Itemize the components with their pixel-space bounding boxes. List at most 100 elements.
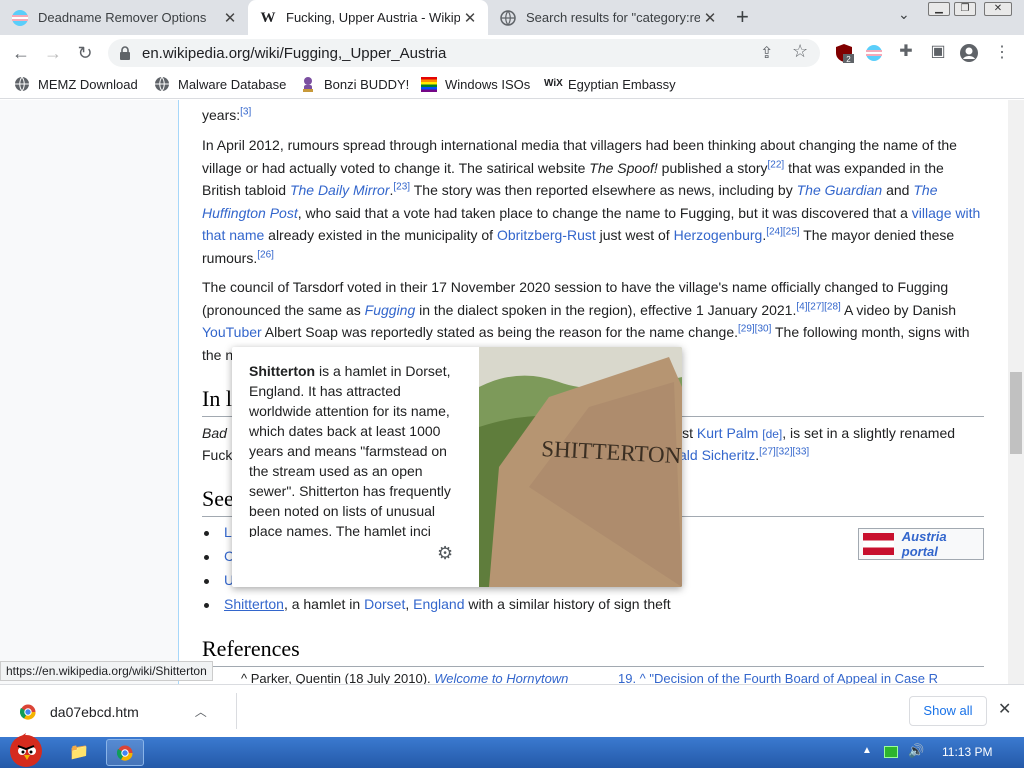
- bonzi-icon: [303, 77, 313, 92]
- link-dorset[interactable]: Dorset: [364, 596, 405, 612]
- reference-link[interactable]: [26]: [257, 249, 274, 260]
- list-item: Shitterton, a hamlet in Dorset, England …: [204, 596, 671, 620]
- forward-button[interactable]: →: [40, 41, 66, 65]
- wikipedia-icon: W: [260, 9, 276, 26]
- link-fugging[interactable]: Fugging: [365, 302, 416, 318]
- tab-title: Deadname Remover Options: [38, 10, 207, 25]
- reference-link[interactable]: [24][25]: [766, 226, 799, 237]
- tray-chevron-up-icon[interactable]: ▲: [862, 745, 872, 756]
- close-tab-icon[interactable]: ✕: [220, 9, 240, 27]
- reference-link[interactable]: Welcome to Hornytown: [434, 671, 568, 684]
- bookmark-malware-database[interactable]: Malware Database: [154, 76, 286, 92]
- side-panel-icon[interactable]: ▣: [925, 40, 951, 64]
- paragraph-culture-line2-right: ald Sicheritz.[27][32][33]: [679, 446, 810, 463]
- tab-search-results[interactable]: Search results for "category:re ✕: [488, 0, 728, 35]
- menu-kebab-icon[interactable]: ⋮: [989, 41, 1015, 65]
- link-obritzberg-rust[interactable]: Obritzberg-Rust: [497, 227, 596, 243]
- link-preview-popup[interactable]: Shitterton is a hamlet in Dorset, Englan…: [232, 347, 682, 587]
- trans-flag-extension-icon[interactable]: [864, 43, 884, 63]
- reference-link[interactable]: [22]: [768, 159, 785, 170]
- bookmarks-bar: MEMZ Download Malware Database Bonzi BUD…: [0, 71, 1024, 99]
- profile-avatar-icon[interactable]: [959, 43, 979, 63]
- chevron-up-icon[interactable]: ︿: [195, 703, 207, 720]
- download-item[interactable]: da07ebcd.htm ︿: [20, 703, 207, 720]
- bookmark-memz[interactable]: MEMZ Download: [14, 76, 138, 92]
- chrome-icon: [117, 745, 133, 761]
- battery-icon[interactable]: [884, 746, 898, 758]
- wix-icon: WiX: [544, 78, 563, 89]
- minimize-button[interactable]: ▁: [928, 2, 950, 16]
- link-the-guardian[interactable]: The Guardian: [797, 182, 883, 198]
- link-kurt-palm-de[interactable]: [de]: [762, 427, 782, 441]
- section-heading-references: References: [202, 636, 984, 667]
- bookmark-egyptian-embassy[interactable]: WiX Egyptian Embassy: [544, 76, 676, 92]
- show-all-downloads-button[interactable]: Show all: [909, 696, 987, 726]
- close-download-bar-icon[interactable]: ✕: [998, 699, 1011, 719]
- preview-image: SHITTERTON: [479, 347, 682, 587]
- preview-extract: Shitterton is a hamlet in Dorset, Englan…: [249, 363, 451, 537]
- bookmark-label: Malware Database: [178, 76, 287, 92]
- lock-icon: [120, 46, 130, 60]
- austria-flag-icon: [863, 533, 894, 555]
- bookmark-label: MEMZ Download: [38, 76, 138, 92]
- gear-icon[interactable]: ⚙: [437, 543, 453, 564]
- reference-link[interactable]: [29][30]: [738, 323, 771, 334]
- portal-label: Austria portal: [901, 529, 947, 559]
- reference-link[interactable]: [3]: [240, 106, 251, 117]
- tab-search-chevron-icon[interactable]: ⌄: [898, 6, 910, 23]
- svg-text:2: 2: [846, 55, 851, 63]
- trans-flag-icon: [12, 9, 28, 26]
- address-bar[interactable]: en.wikipedia.org/wiki/Fugging,_Upper_Aus…: [108, 39, 820, 67]
- taskbar-clock[interactable]: 11:13 PM: [942, 745, 992, 759]
- volume-icon[interactable]: 🔊: [908, 743, 924, 759]
- download-filename: da07ebcd.htm: [50, 703, 139, 720]
- link-shitterton[interactable]: Shitterton: [224, 596, 284, 612]
- bookmark-label: Windows ISOs: [445, 76, 531, 92]
- new-tab-button[interactable]: +: [736, 4, 749, 30]
- tab-deadname-remover[interactable]: Deadname Remover Options ✕: [0, 0, 248, 35]
- globe-icon: [500, 9, 516, 26]
- bookmark-bonzi-buddy[interactable]: Bonzi BUDDY!: [300, 76, 409, 92]
- reference-19[interactable]: 19. ^ "Decision of the Fourth Board of A…: [618, 668, 958, 684]
- reference-18: ^ Parker, Quentin (18 July 2010). Welcom…: [241, 671, 569, 684]
- url-text[interactable]: en.wikipedia.org/wiki/Fugging,_Upper_Aus…: [142, 45, 446, 62]
- scrollbar-thumb[interactable]: [1010, 372, 1022, 454]
- explorer-folder-icon[interactable]: 📁: [64, 742, 94, 764]
- close-tab-icon[interactable]: ✕: [460, 9, 480, 27]
- taskbar: 📁 ▲ 🔊 11:13 PM: [0, 733, 1024, 768]
- vertical-scrollbar[interactable]: [1008, 100, 1024, 684]
- angry-bird-start-icon[interactable]: [4, 731, 50, 768]
- reference-link[interactable]: [27][32][33]: [759, 446, 809, 457]
- share-icon[interactable]: ⇪: [760, 43, 773, 63]
- globe-icon: [15, 76, 29, 92]
- extensions-puzzle-icon[interactable]: ✚: [893, 40, 919, 64]
- link-herzogenburg[interactable]: Herzogenburg: [674, 227, 763, 243]
- reference-link[interactable]: [23]: [393, 181, 410, 192]
- link-kurt-palm[interactable]: Kurt Palm: [697, 425, 758, 441]
- globe-icon: [155, 76, 169, 92]
- link-youtuber[interactable]: YouTuber: [202, 324, 262, 340]
- bookmark-star-icon[interactable]: ☆: [792, 41, 808, 62]
- austria-portal-box[interactable]: Austria portal: [858, 528, 984, 560]
- close-window-button[interactable]: ✕: [984, 2, 1012, 16]
- back-button[interactable]: ←: [8, 41, 34, 65]
- link-daily-mirror[interactable]: The Daily Mirror: [290, 182, 390, 198]
- paragraph-rumours: In April 2012, rumours spread through in…: [202, 137, 981, 266]
- paragraph-culture-right: ist Kurt Palm [de], is set in a slightly…: [679, 425, 956, 441]
- status-url-bubble: https://en.wikipedia.org/wiki/Shitterton: [0, 661, 213, 681]
- reload-button[interactable]: ↻: [72, 41, 98, 65]
- taskbar-chrome-button[interactable]: [106, 739, 144, 766]
- link-england[interactable]: England: [413, 596, 464, 612]
- chrome-icon: [20, 704, 36, 720]
- restore-button[interactable]: ❐: [954, 2, 976, 16]
- paragraph-years: years:[3]: [202, 106, 252, 123]
- link-harald-sicheritz[interactable]: ald Sicheritz: [679, 447, 755, 463]
- see-also-link[interactable]: L: [224, 524, 232, 540]
- reference-link[interactable]: [4][27][28]: [796, 301, 840, 312]
- close-tab-icon[interactable]: ✕: [700, 9, 720, 27]
- download-shelf: da07ebcd.htm ︿ Show all ✕: [0, 684, 1024, 737]
- bookmark-windows-isos[interactable]: Windows ISOs: [421, 76, 530, 92]
- ublock-extension-icon[interactable]: 2: [834, 43, 854, 63]
- bookmark-label: Egyptian Embassy: [568, 76, 676, 92]
- tab-wikipedia[interactable]: W Fucking, Upper Austria - Wikip ✕: [248, 0, 488, 35]
